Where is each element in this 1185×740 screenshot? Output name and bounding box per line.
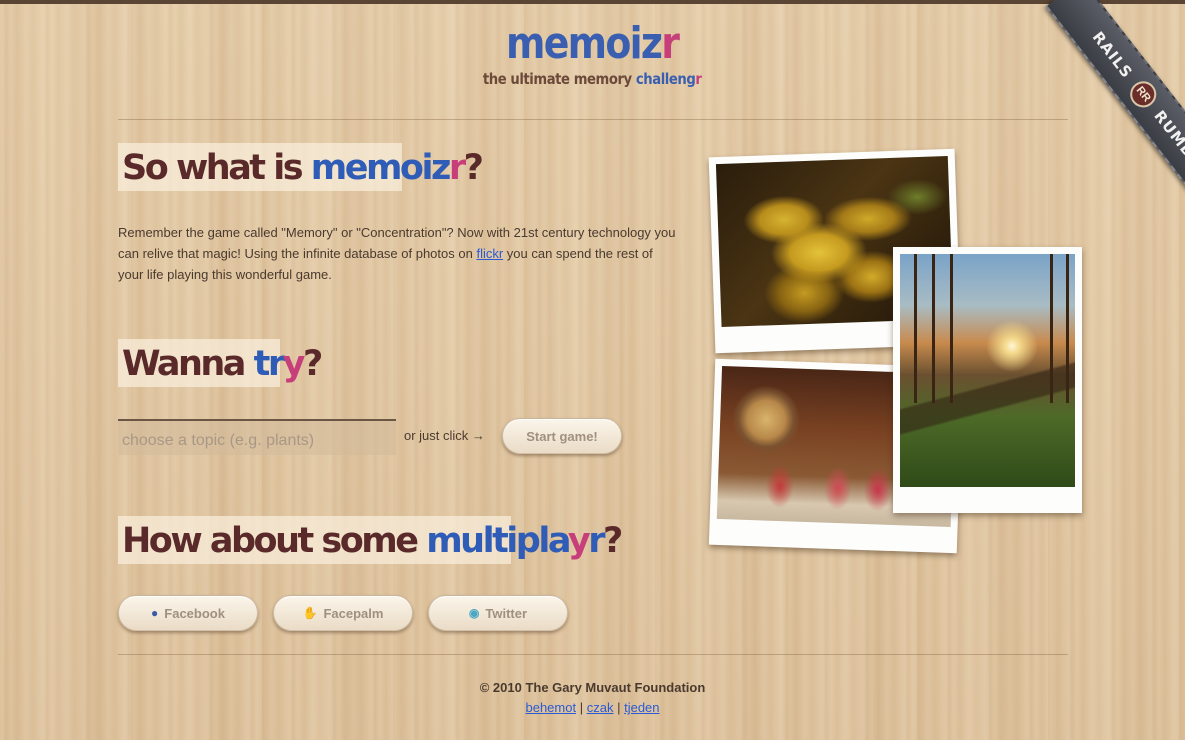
copyright-text: © 2010 The Gary Muvaut Foundation (479, 680, 706, 695)
section-heading-multiplayer: How about some multiplayr? (118, 516, 623, 564)
forest-path-image (900, 254, 1075, 487)
rails-rumble-ribbon[interactable]: RAILS RR RUMBLE (995, 0, 1185, 230)
facebook-button-label: Facebook (164, 605, 225, 621)
header-divider (118, 119, 1068, 120)
rails-rumble-logo-icon: RR (1125, 76, 1162, 113)
hand-icon: ✋ (302, 606, 318, 620)
flickr-link[interactable]: flickr (476, 246, 503, 261)
twitter-icon: ◉ (468, 606, 480, 620)
site-tagline: the ultimate memory challengr (483, 70, 702, 88)
site-footer: © 2010 The Gary Muvaut Foundation behemo… (0, 680, 1185, 715)
section-heading-try: Wanna try? (118, 339, 323, 387)
ribbon-text-rumble: RUMBLE (1150, 106, 1185, 178)
topic-input[interactable] (118, 419, 396, 455)
or-just-click-label: or just click → (404, 428, 485, 443)
facebook-icon: ● (151, 606, 159, 620)
facebook-button[interactable]: ● Facebook (118, 595, 258, 631)
footer-divider (118, 654, 1068, 655)
facepalm-button-label: Facepalm (323, 605, 384, 621)
photo-forest-path (893, 247, 1082, 513)
twitter-button-label: Twitter (485, 605, 528, 621)
credit-link-behemot[interactable]: behemot (525, 700, 576, 715)
twitter-button[interactable]: ◉ Twitter (428, 595, 568, 631)
credit-link-czak[interactable]: czak (587, 700, 614, 715)
credit-link-tjeden[interactable]: tjeden (624, 700, 659, 715)
credits-links: behemot | czak | tjeden (0, 700, 1185, 715)
section-heading-what: So what is memoizr? (118, 143, 484, 191)
facepalm-button[interactable]: ✋ Facepalm (273, 595, 413, 631)
credit-separator: | (579, 700, 584, 715)
start-game-button[interactable]: Start game! (502, 418, 622, 454)
site-logo[interactable]: memoizr (506, 22, 680, 66)
ribbon-text-rails: RAILS (1088, 28, 1137, 82)
credit-separator: | (617, 700, 621, 715)
intro-paragraph: Remember the game called "Memory" or "Co… (118, 225, 676, 282)
